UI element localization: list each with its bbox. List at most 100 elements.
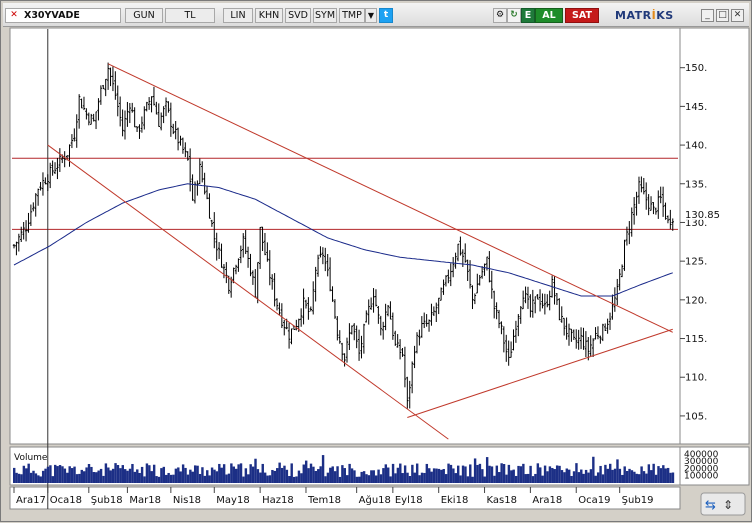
volume-bar	[348, 463, 351, 483]
volume-bar	[283, 465, 286, 483]
volume-bar	[80, 469, 83, 483]
volume-bar	[430, 471, 433, 483]
y-tick-label: 110.	[685, 373, 707, 384]
volume-bar	[136, 469, 139, 483]
volume-bar	[353, 470, 356, 483]
volume-bar	[121, 465, 124, 483]
volume-bar	[297, 470, 301, 483]
y-tick-label: 105.	[685, 411, 707, 422]
volume-bar	[90, 466, 93, 483]
volume-bar	[15, 472, 18, 483]
volume-bar	[406, 472, 409, 483]
volume-bar	[46, 466, 50, 483]
volume-bar	[589, 469, 593, 483]
volume-bar	[662, 465, 665, 483]
price-plot-area	[9, 27, 681, 445]
scroll-arrows-icon[interactable]: ⇕	[723, 498, 733, 512]
volume-bar	[152, 464, 156, 483]
volume-bar	[230, 463, 233, 483]
volume-bar	[251, 466, 255, 483]
volume-bar	[582, 473, 585, 483]
volume-bar	[500, 463, 503, 483]
volume-bar	[300, 473, 303, 483]
volume-bar	[288, 476, 291, 483]
volume-bar	[210, 467, 214, 483]
volume-bar	[449, 464, 453, 483]
volume-bar	[372, 470, 375, 483]
volume-bar	[203, 475, 207, 483]
volume-bar	[408, 476, 412, 483]
volume-bar	[606, 468, 610, 483]
volume-bar	[565, 468, 568, 483]
volume-bar	[659, 468, 663, 483]
x-tick-label: Tem18	[307, 495, 341, 506]
volume-bar	[331, 466, 334, 483]
volume-bar	[181, 464, 185, 483]
volume-bar	[140, 466, 144, 483]
volume-bar	[78, 473, 81, 483]
volume-bar	[613, 468, 617, 483]
volume-bar	[483, 476, 486, 483]
volume-bar	[341, 465, 344, 483]
x-tick-label: Haz18	[262, 495, 294, 506]
volume-bar	[215, 471, 219, 483]
volume-bar	[109, 470, 112, 483]
volume-bar	[360, 471, 363, 483]
volume-bar	[623, 466, 626, 483]
volume-bar	[370, 470, 373, 483]
volume-bar	[309, 463, 313, 483]
volume-bar	[671, 472, 675, 483]
volume-bar	[473, 458, 477, 483]
volume-bar	[510, 470, 513, 483]
time-scroll-control[interactable]: ⇆ ⇕	[700, 492, 746, 516]
volume-bar	[186, 474, 190, 483]
volume-bar	[382, 468, 385, 483]
volume-bar	[374, 475, 378, 483]
volume-bar	[114, 463, 117, 483]
volume-bar	[116, 465, 120, 483]
y-tick-label: 125.	[685, 257, 707, 268]
volume-bar	[539, 467, 542, 483]
volume-bar	[41, 470, 45, 483]
volume-bar	[85, 467, 88, 483]
volume-bar	[51, 476, 55, 483]
volume-bar	[150, 471, 153, 483]
volume-bar	[640, 466, 643, 483]
volume-bar	[259, 472, 262, 483]
volume-bar	[452, 468, 455, 483]
volume-bar	[587, 472, 590, 483]
volume-bar	[553, 469, 556, 483]
volume-bar	[82, 471, 86, 483]
volume-bar	[244, 468, 248, 483]
volume-bar	[247, 474, 250, 483]
volume-bar	[227, 473, 231, 483]
volume-bar	[239, 463, 243, 483]
volume-bar	[604, 464, 607, 483]
volume-bar	[625, 471, 629, 483]
volume-bar	[413, 472, 416, 483]
volume-bar	[317, 469, 320, 483]
volume-bar	[155, 476, 158, 483]
sync-icon[interactable]: ⇆	[705, 498, 716, 513]
volume-bar	[280, 467, 284, 483]
volume-bar	[601, 474, 605, 483]
volume-bar	[191, 471, 194, 483]
volume-bar	[220, 467, 223, 483]
volume-bar	[254, 458, 257, 483]
volume-bar	[61, 466, 64, 483]
volume-bar	[563, 472, 566, 483]
volume-bar	[206, 470, 209, 483]
volume-bar	[594, 475, 597, 483]
volume-bar	[145, 463, 149, 483]
last-price-label: 130.85	[685, 210, 720, 221]
volume-bar	[25, 468, 28, 483]
volume-bar	[428, 468, 431, 483]
volume-bar	[495, 465, 499, 483]
x-tick-label: Kas18	[487, 495, 517, 506]
volume-bar	[312, 466, 315, 483]
volume-bar	[271, 469, 274, 483]
volume-bar	[399, 463, 402, 483]
volume-bar	[391, 463, 395, 483]
volume-bar	[232, 466, 235, 483]
volume-bar	[92, 472, 96, 483]
